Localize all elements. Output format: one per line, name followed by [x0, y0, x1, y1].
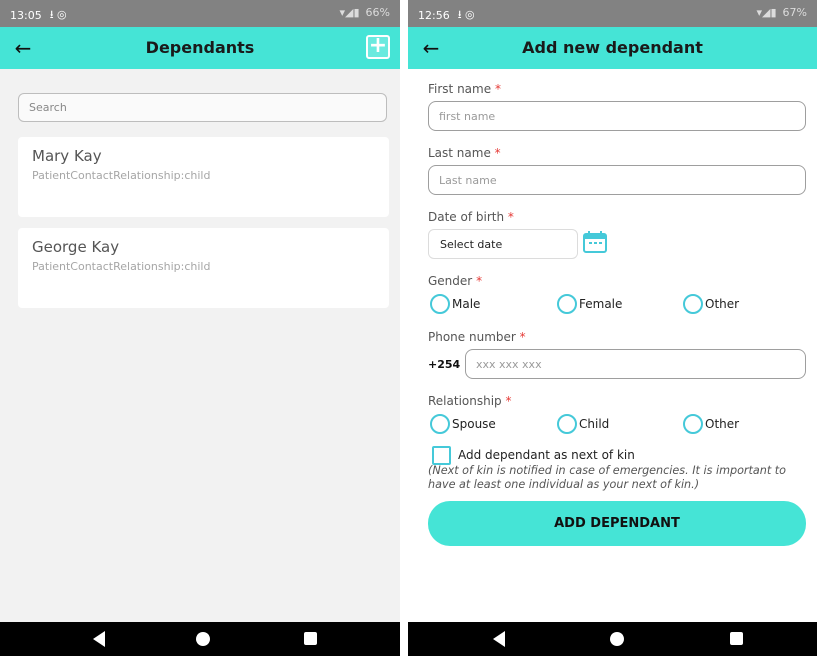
add-dependant-screen: 12:56 ⭳ ◎ ▾◢▮ 67% ← Add new dependant Fi…	[408, 0, 817, 656]
phone-label: Phone number *	[428, 330, 526, 344]
radio-label: Child	[579, 417, 610, 431]
dependants-screen: 13:05 ⭳ ◎ ▾◢▮ 66% ← Dependants + Mary Ka…	[0, 0, 400, 656]
system-nav-bar	[408, 622, 817, 656]
required-mark: *	[494, 82, 501, 96]
status-bar: 12:56 ⭳ ◎ ▾◢▮ 67%	[408, 0, 817, 27]
list-item[interactable]: Mary Kay PatientContactRelationship:chil…	[18, 137, 389, 217]
status-time: 12:56	[418, 9, 450, 22]
system-nav-bar	[0, 622, 400, 656]
radio-circle[interactable]	[683, 294, 703, 314]
nav-home-icon[interactable]	[610, 632, 624, 646]
label-text: Last name	[428, 146, 491, 160]
label-text: First name	[428, 82, 492, 96]
dependant-relationship: PatientContactRelationship:child	[32, 260, 211, 273]
nav-recent-icon[interactable]	[730, 632, 743, 645]
relationship-radio-child[interactable]: Child	[557, 414, 609, 434]
page-title: Dependants	[145, 38, 255, 57]
relationship-radio-spouse[interactable]: Spouse	[430, 414, 496, 434]
battery-level: 66%	[365, 6, 390, 19]
app-bar: ← Dependants +	[0, 27, 400, 69]
add-dependant-button[interactable]: ADD DEPENDANT	[428, 501, 806, 546]
notification-icons: ⭳ ◎	[457, 8, 475, 21]
signal-battery-icon: ▾◢▮	[339, 6, 360, 19]
next-of-kin-label: Add dependant as next of kin	[458, 448, 635, 462]
required-mark: *	[494, 146, 501, 160]
dependant-relationship: PatientContactRelationship:child	[32, 169, 211, 182]
gender-radio-other[interactable]: Other	[683, 294, 739, 314]
dob-label: Date of birth *	[428, 210, 514, 224]
status-time: 13:05	[10, 9, 42, 22]
notification-icons: ⭳ ◎	[49, 8, 67, 21]
required-mark: *	[505, 394, 512, 408]
radio-circle[interactable]	[430, 294, 450, 314]
dependant-name: Mary Kay	[32, 147, 102, 165]
next-of-kin-checkbox[interactable]	[432, 446, 451, 465]
list-item[interactable]: George Kay PatientContactRelationship:ch…	[18, 228, 389, 308]
radio-label: Other	[705, 297, 740, 311]
label-text: Phone number	[428, 330, 516, 344]
phone-number-field[interactable]	[465, 349, 806, 379]
gender-radio-male[interactable]: Male	[430, 294, 480, 314]
page-title: Add new dependant	[522, 38, 703, 57]
signal-battery-icon: ▾◢▮	[756, 6, 777, 19]
required-mark: *	[507, 210, 514, 224]
relationship-radio-other[interactable]: Other	[683, 414, 739, 434]
required-mark: *	[519, 330, 526, 344]
status-bar: 13:05 ⭳ ◎ ▾◢▮ 66%	[0, 0, 400, 27]
label-text: Date of birth	[428, 210, 505, 224]
nav-back-icon[interactable]	[493, 631, 505, 647]
radio-label: Other	[705, 417, 740, 431]
search-input[interactable]	[18, 93, 387, 122]
last-name-label: Last name *	[428, 146, 501, 160]
radio-circle[interactable]	[557, 294, 577, 314]
calendar-icon[interactable]	[583, 231, 607, 253]
nav-back-icon[interactable]	[93, 631, 105, 647]
required-mark: *	[476, 274, 483, 288]
dependant-name: George Kay	[32, 238, 120, 256]
battery-level: 67%	[782, 6, 807, 19]
first-name-field[interactable]	[428, 101, 806, 131]
nav-recent-icon[interactable]	[304, 632, 317, 645]
nav-home-icon[interactable]	[196, 632, 210, 646]
radio-label: Spouse	[452, 417, 496, 431]
gender-radio-group: Male Female Other	[430, 294, 817, 314]
first-name-label: First name *	[428, 82, 501, 96]
radio-label: Male	[452, 297, 481, 311]
label-text: Gender	[428, 274, 473, 288]
date-of-birth-select[interactable]: Select date	[428, 229, 578, 259]
next-of-kin-note: (Next of kin is notified in case of emer…	[428, 464, 787, 491]
phone-country-code: +254	[428, 358, 461, 371]
radio-circle[interactable]	[557, 414, 577, 434]
radio-circle[interactable]	[430, 414, 450, 434]
gender-radio-female[interactable]: Female	[557, 294, 622, 314]
last-name-field[interactable]	[428, 165, 806, 195]
radio-label: Female	[579, 297, 623, 311]
app-bar: ← Add new dependant	[408, 27, 817, 69]
plus-icon[interactable]: +	[366, 35, 390, 59]
relationship-label: Relationship *	[428, 394, 512, 408]
label-text: Relationship	[428, 394, 502, 408]
gender-label: Gender *	[428, 274, 482, 288]
relationship-radio-group: Spouse Child Other	[430, 414, 817, 434]
radio-circle[interactable]	[683, 414, 703, 434]
